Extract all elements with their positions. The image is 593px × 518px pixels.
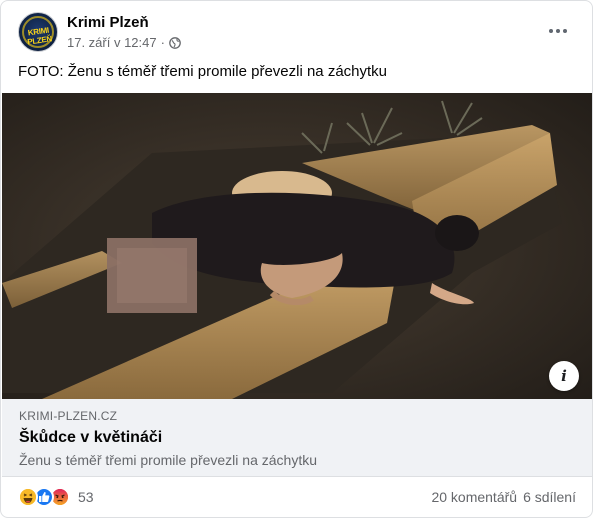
avatar-logo-text: KRIMI PLZEŇ xyxy=(26,25,53,47)
more-dot-icon xyxy=(549,29,553,33)
more-dot-icon xyxy=(556,29,560,33)
meta-separator: · xyxy=(160,35,165,50)
link-preview[interactable]: KRIMI-PLZEN.CZ Škůdce v květináči Ženu s… xyxy=(2,399,592,477)
post-timestamp[interactable]: 17. září v 12:47 xyxy=(67,35,157,50)
facebook-post: KRIMI PLZEŇ Krimi Plzeň 17. září v 12:47… xyxy=(0,0,593,518)
info-icon[interactable]: i xyxy=(549,361,579,391)
post-photo[interactable]: i xyxy=(2,93,592,399)
page-avatar[interactable]: KRIMI PLZEŇ xyxy=(18,12,58,52)
link-title[interactable]: Škůdce v květináči xyxy=(19,429,162,447)
post-meta: 17. září v 12:47 · xyxy=(67,35,181,50)
link-domain: KRIMI-PLZEN.CZ xyxy=(19,409,118,423)
post-message: FOTO: Ženu s téměř třemi promile převezl… xyxy=(18,63,388,80)
page-name-link[interactable]: Krimi Plzeň xyxy=(67,14,149,31)
shares-link[interactable]: 6 sdílení xyxy=(523,489,576,505)
blurred-censor-inner xyxy=(117,248,187,303)
link-description: Ženu s téměř třemi promile převezli na z… xyxy=(19,452,317,468)
engagement-stats: 20 komentářů 6 sdílení xyxy=(431,489,576,505)
reactions-summary[interactable]: 53 xyxy=(18,487,94,507)
post-header: KRIMI PLZEŇ Krimi Plzeň 17. září v 12:47… xyxy=(1,1,592,59)
comments-link[interactable]: 20 komentářů xyxy=(431,489,517,505)
haha-reaction-icon xyxy=(18,487,38,507)
reaction-count: 53 xyxy=(78,489,94,505)
photo-scene xyxy=(2,93,592,399)
post-footer: 53 20 komentářů 6 sdílení xyxy=(1,478,592,517)
globe-icon[interactable] xyxy=(169,36,181,49)
more-dot-icon xyxy=(563,29,567,33)
more-options-button[interactable] xyxy=(542,17,574,45)
